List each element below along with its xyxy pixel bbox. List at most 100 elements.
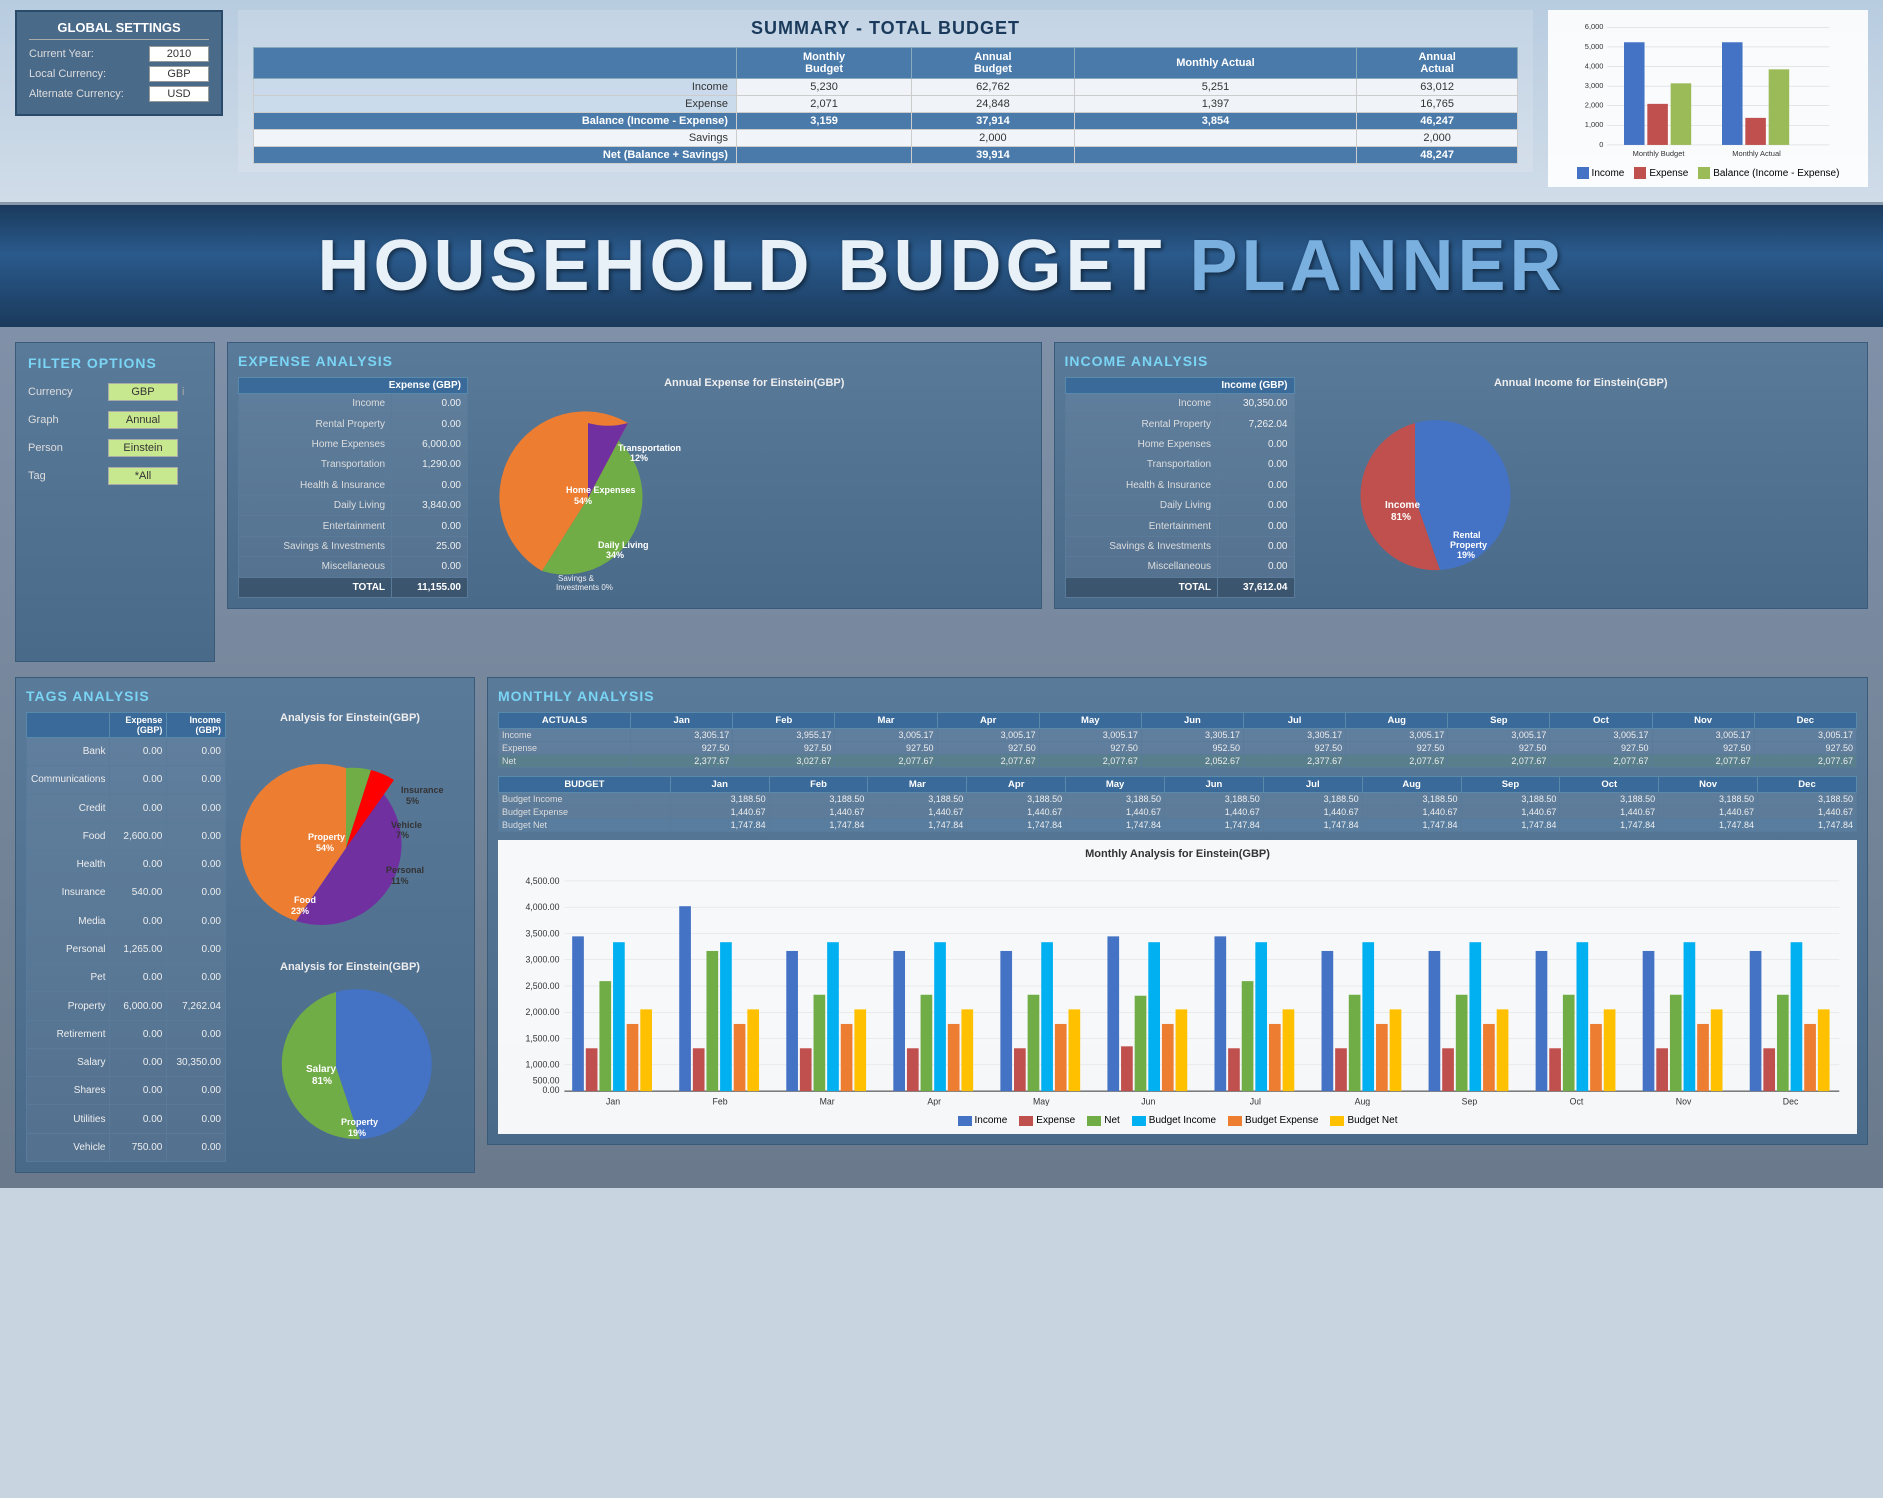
income-val-9: 37,612.04 — [1218, 577, 1294, 597]
tags-label-food: Food — [294, 895, 316, 905]
legend-balance-label: Balance (Income - Expense) — [1713, 168, 1839, 179]
tags-row-12: Shares0.000.00 — [27, 1077, 226, 1105]
tags-table: Expense (GBP) Income (GBP) Bank0.000.00C… — [26, 712, 226, 1162]
svg-text:2,000: 2,000 — [1585, 101, 1604, 110]
budget-budget net-3: 1,747.84 — [967, 819, 1066, 832]
tags-row-2: Credit0.000.00 — [27, 794, 226, 822]
tag-label-1: Communications — [27, 766, 110, 794]
svg-text:Mar: Mar — [820, 1097, 835, 1106]
budget-budget expense-7: 1,440.67 — [1362, 806, 1461, 819]
svg-text:Monthly Budget: Monthly Budget — [1633, 149, 1686, 158]
budget-budget income-8: 3,188.50 — [1461, 793, 1560, 806]
actuals-expense: Expense927.50927.50927.50927.50927.50952… — [499, 742, 1857, 755]
tag-expense-7: 1,265.00 — [110, 935, 167, 963]
tag-income-6: 0.00 — [167, 907, 226, 935]
legend-budget-income-box — [1132, 1116, 1146, 1126]
tag-value[interactable]: *All — [108, 467, 178, 485]
legend-net-box — [1087, 1116, 1101, 1126]
tags2-label-property: Property — [341, 1117, 378, 1127]
currency-value[interactable]: GBP — [108, 383, 178, 401]
expense-row-8: Miscellaneous0.00 — [239, 557, 468, 577]
budget-budget-net: Budget Net1,747.841,747.841,747.841,747.… — [499, 819, 1857, 832]
tags-col-label — [27, 713, 110, 738]
pie-label-daily: Daily Living — [598, 540, 649, 550]
expense-pie-container: Annual Expense for Einstein(GBP) Home Ex… — [478, 377, 1031, 598]
sep-h: Sep — [1448, 713, 1550, 729]
budget-budget expense-0: 1,440.67 — [670, 806, 769, 819]
svg-text:Apr: Apr — [927, 1097, 941, 1106]
actuals-income-8: 3,005.17 — [1448, 729, 1550, 742]
tag-expense-10: 0.00 — [110, 1020, 167, 1048]
svg-text:6,000: 6,000 — [1585, 22, 1604, 31]
actuals-income-11: 3,005.17 — [1754, 729, 1856, 742]
actuals-income-9: 3,005.17 — [1550, 729, 1652, 742]
legend-expense: Expense — [1634, 167, 1688, 179]
tag-label-0: Bank — [27, 738, 110, 766]
person-value[interactable]: Einstein — [108, 439, 178, 457]
tag-income-13: 0.00 — [167, 1105, 226, 1133]
svg-text:1,500.00: 1,500.00 — [525, 1033, 559, 1043]
tag-expense-12: 0.00 — [110, 1077, 167, 1105]
person-label: Person — [28, 442, 108, 454]
monthly-title: MONTHLY ANALYSIS — [498, 688, 1857, 704]
budget-budget expense-11: 1,440.67 — [1758, 806, 1857, 819]
legend-net-text: Net — [1104, 1115, 1120, 1126]
graph-value[interactable]: Annual — [108, 411, 178, 429]
actuals-income-2: 3,005.17 — [835, 729, 937, 742]
expense-row-2: Home Expenses6,000.00 — [239, 434, 468, 454]
actuals-income-3: 3,005.17 — [937, 729, 1039, 742]
legend-expense-box2 — [1019, 1116, 1033, 1126]
income-label-3: Transportation — [1065, 455, 1218, 475]
tag-income-4: 0.00 — [167, 851, 226, 879]
actuals-net-0: 2,377.67 — [631, 755, 733, 768]
expense-label: Expense — [254, 96, 737, 113]
expense-val-1: 0.00 — [392, 414, 468, 434]
savings-ma — [1074, 130, 1357, 147]
actuals-expense-10: 927.50 — [1652, 742, 1754, 755]
income-label: Income — [254, 79, 737, 96]
expense-val-6: 0.00 — [392, 516, 468, 536]
legend-expense-text: Expense — [1036, 1115, 1075, 1126]
budget-label: Budget Income — [499, 793, 671, 806]
svg-text:Feb: Feb — [713, 1097, 728, 1106]
ma-expense-bar — [1745, 118, 1766, 145]
filter-options-panel: FILTER OPTIONS Currency GBP i Graph Annu… — [15, 342, 215, 662]
local-currency-value[interactable]: GBP — [149, 66, 209, 82]
expense-row-3: Transportation1,290.00 — [239, 455, 468, 475]
alt-currency-value[interactable]: USD — [149, 86, 209, 102]
net-aa: 48,247 — [1357, 147, 1518, 164]
income-val-7: 0.00 — [1218, 536, 1294, 556]
legend-balance-box — [1698, 167, 1710, 179]
bsep-h: Sep — [1461, 777, 1560, 793]
budget-budget expense-1: 1,440.67 — [769, 806, 868, 819]
budget-budget income-11: 3,188.50 — [1758, 793, 1857, 806]
summary-bar-chart: 6,000 5,000 4,000 3,000 2,000 1,000 0 — [1548, 10, 1868, 187]
expense-val-0: 0.00 — [392, 394, 468, 414]
dec-h: Dec — [1754, 713, 1856, 729]
main-content: FILTER OPTIONS Currency GBP i Graph Annu… — [0, 327, 1883, 1188]
expense-val-3: 1,290.00 — [392, 455, 468, 475]
net-mb — [736, 147, 911, 164]
tags-row-3: Food2,600.000.00 — [27, 822, 226, 850]
income-label-2: Home Expenses — [1065, 434, 1218, 454]
tag-expense-9: 6,000.00 — [110, 992, 167, 1020]
legend-budget-net-item: Budget Net — [1330, 1115, 1397, 1126]
savings-row: Savings 2,000 2,000 — [254, 130, 1518, 147]
budget-budget net-6: 1,747.84 — [1263, 819, 1362, 832]
tags-analysis-panel: TAGS ANALYSIS Expense (GBP) Income (GBP)… — [15, 677, 475, 1173]
income-label-5: Daily Living — [1065, 495, 1218, 515]
income-row-4: Health & Insurance0.00 — [1065, 475, 1294, 495]
tags2-label-salary: Salary — [306, 1064, 336, 1075]
tags-label-property: Property — [308, 832, 345, 842]
legend-income: Income — [1577, 167, 1625, 179]
budget-budget net-8: 1,747.84 — [1461, 819, 1560, 832]
income-label-6: Entertainment — [1065, 516, 1218, 536]
tag-expense-14: 750.00 — [110, 1133, 167, 1161]
svg-text:May: May — [1033, 1097, 1050, 1106]
may-h: May — [1039, 713, 1141, 729]
current-year-value[interactable]: 2010 — [149, 46, 209, 62]
budget-budget net-0: 1,747.84 — [670, 819, 769, 832]
apr-h: Apr — [937, 713, 1039, 729]
budget-table: BUDGET JanFeb MarApr MayJun JulAug SepOc… — [498, 776, 1857, 832]
title-planner: PLANNER — [1166, 226, 1566, 306]
